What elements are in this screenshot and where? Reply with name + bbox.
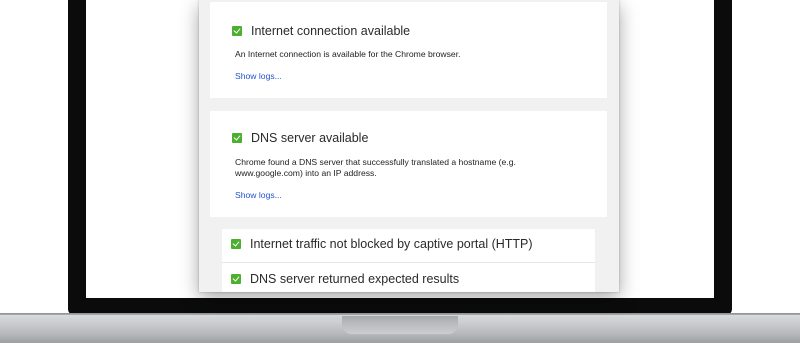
dns-server-description-line2: www.google.com) into an IP address. (235, 168, 377, 178)
dns-show-logs-link[interactable]: Show logs... (235, 190, 282, 200)
collapsed-checks-list: Internet traffic not blocked by captive … (222, 229, 595, 292)
check-icon (231, 239, 241, 249)
list-divider (222, 262, 595, 263)
laptop-notch (342, 316, 458, 334)
internet-connection-title: Internet connection available (251, 24, 411, 38)
captive-portal-title: Internet traffic not blocked by captive … (250, 237, 533, 251)
dns-server-description-line1: Chrome found a DNS server that successfu… (235, 157, 516, 167)
check-icon (231, 274, 241, 284)
dns-results-row[interactable]: DNS server returned expected results (231, 272, 595, 286)
dns-server-card: DNS server available Chrome found a DNS … (210, 111, 607, 217)
laptop-scene: Internet connection available An Interne… (0, 0, 800, 343)
dns-server-title: DNS server available (251, 131, 369, 145)
dns-results-title: DNS server returned expected results (250, 272, 460, 286)
dns-server-header: DNS server available (232, 131, 629, 145)
connectivity-diagnostics-window: Internet connection available An Interne… (199, 0, 619, 292)
internet-connection-card: Internet connection available An Interne… (210, 2, 607, 98)
check-icon (232, 133, 242, 143)
internet-show-logs-link[interactable]: Show logs... (235, 71, 282, 81)
internet-connection-description: An Internet connection is available for … (235, 49, 461, 59)
captive-portal-row[interactable]: Internet traffic not blocked by captive … (231, 237, 595, 251)
check-icon (232, 26, 242, 36)
internet-connection-header: Internet connection available (232, 24, 629, 38)
